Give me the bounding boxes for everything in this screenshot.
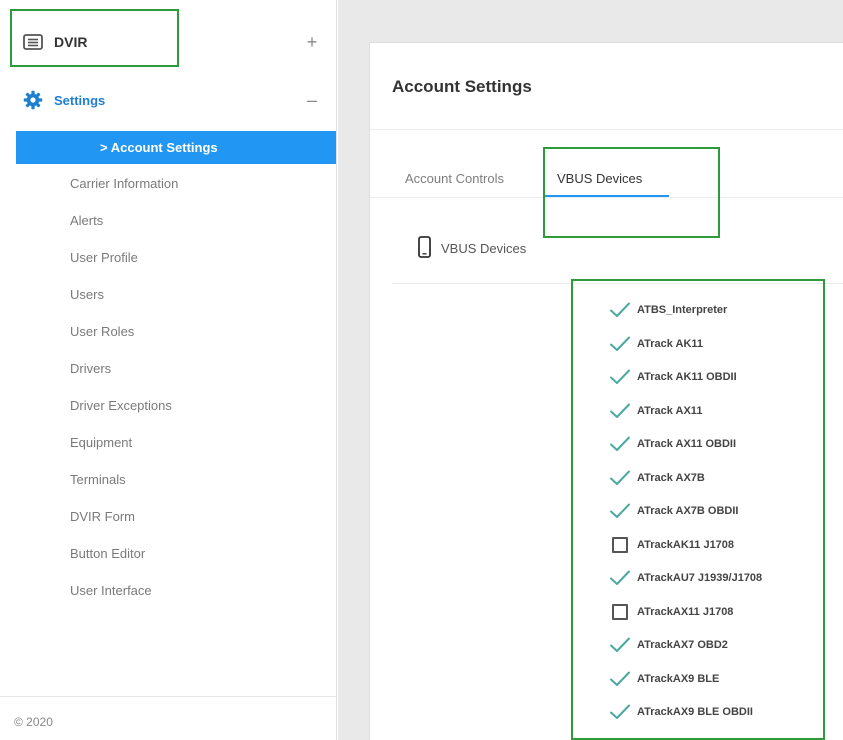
checkmark-icon[interactable]	[609, 300, 631, 320]
page-title: Account Settings	[392, 77, 532, 96]
sidebar-item-drivers[interactable]: Drivers	[70, 357, 178, 394]
checkmark-icon[interactable]	[609, 501, 631, 521]
vbus-device-item[interactable]: ATrackAX11 J1708	[609, 602, 762, 636]
sidebar-dvir-header[interactable]: DVIR +	[0, 22, 337, 62]
tab-account-controls[interactable]: Account Controls	[405, 171, 504, 186]
checkmark-icon[interactable]	[609, 468, 631, 488]
vbus-device-list: ATBS_Interpreter ATrack AK11 ATrack AK11 O…	[609, 300, 762, 736]
sidebar-settings-header[interactable]: Settings –	[0, 80, 337, 120]
checkbox-icon[interactable]	[609, 602, 631, 622]
sidebar-footer: © 2020	[0, 696, 337, 740]
sidebar-dvir-expand-toggle[interactable]: +	[302, 32, 322, 53]
sidebar-item-terminals[interactable]: Terminals	[70, 468, 178, 505]
checkmark-icon[interactable]	[609, 568, 631, 588]
vbus-device-item[interactable]: ATBS_Interpreter	[609, 300, 762, 334]
vbus-device-label: ATBS_Interpreter	[637, 304, 728, 316]
tab-vbus-devices[interactable]: VBUS Devices	[557, 171, 642, 186]
copyright-text: © 2020	[14, 715, 53, 729]
vbus-device-label: ATrack AK11 OBDII	[637, 371, 737, 383]
checkmark-icon[interactable]	[609, 334, 631, 354]
vbus-device-item[interactable]: ATrackAU7 J1939/J1708	[609, 568, 762, 602]
section-divider	[392, 283, 843, 284]
sidebar-settings-collapse-toggle[interactable]: –	[302, 90, 322, 111]
vbus-device-label: ATrackAX9 BLE	[637, 672, 720, 685]
checkmark-icon[interactable]	[609, 669, 631, 689]
vbus-device-item[interactable]: ATrackAX9 BLE OBDII	[609, 702, 762, 736]
checkmark-icon[interactable]	[609, 434, 631, 454]
gear-icon	[23, 90, 43, 110]
sidebar-item-equipment[interactable]: Equipment	[70, 431, 178, 468]
checkmark-icon[interactable]	[609, 702, 631, 722]
vbus-device-label: ATrack AX11 OBDII	[637, 438, 737, 450]
sidebar-item-user-roles[interactable]: User Roles	[70, 320, 178, 357]
sidebar-item-user-profile[interactable]: User Profile	[70, 246, 178, 283]
sidebar-settings-menu: Carrier Information Alerts User Profile …	[70, 172, 178, 616]
vbus-device-label: ATrack AX7B	[637, 471, 705, 484]
vbus-device-item[interactable]: ATrack AX7B	[609, 468, 762, 502]
vbus-device-label: ATrack AX7B OBDII	[637, 505, 739, 517]
tabs-divider	[370, 197, 843, 198]
vbus-device-label: ATrackAK11 J1708	[637, 538, 735, 551]
checkmark-icon[interactable]	[609, 401, 631, 421]
sidebar-item-alerts[interactable]: Alerts	[70, 209, 178, 246]
sidebar-item-users[interactable]: Users	[70, 283, 178, 320]
checkbox-icon[interactable]	[609, 535, 631, 555]
title-divider	[370, 129, 843, 130]
vbus-device-label: ATrack AK11	[637, 337, 704, 350]
vbus-device-label: ATrackAU7 J1939/J1708	[637, 572, 763, 584]
vbus-device-label: ATrackAX9 BLE OBDII	[637, 706, 753, 718]
empty-checkbox[interactable]	[612, 536, 628, 553]
sidebar-item-driver-exceptions[interactable]: Driver Exceptions	[70, 394, 178, 431]
vbus-device-label: ATrack AX11	[637, 404, 703, 417]
sidebar-item-carrier-information[interactable]: Carrier Information	[70, 172, 178, 209]
checkmark-icon[interactable]	[609, 635, 631, 655]
vbus-device-item[interactable]: ATrack AK11	[609, 334, 762, 368]
empty-checkbox[interactable]	[612, 603, 628, 620]
vbus-device-item[interactable]: ATrackAX7 OBD2	[609, 635, 762, 669]
vbus-device-item[interactable]: ATrackAX9 BLE	[609, 669, 762, 703]
vbus-device-item[interactable]: ATrack AX11 OBDII	[609, 434, 762, 468]
vbus-device-item[interactable]: ATrack AX7B OBDII	[609, 501, 762, 535]
vbus-device-item[interactable]: ATrack AK11 OBDII	[609, 367, 762, 401]
sidebar-item-account-settings[interactable]: > Account Settings	[16, 131, 336, 164]
sidebar-item-user-interface[interactable]: User Interface	[70, 579, 178, 616]
sidebar-item-button-editor[interactable]: Button Editor	[70, 542, 178, 579]
phone-icon	[418, 236, 431, 261]
vbus-device-item[interactable]: ATrackAK11 J1708	[609, 535, 762, 569]
vbus-device-label: ATrackAX7 OBD2	[637, 639, 728, 651]
account-settings-card: Account Settings Account Controls VBUS D…	[369, 42, 843, 740]
vbus-devices-section-label: VBUS Devices	[441, 241, 527, 256]
vbus-device-item[interactable]: ATrack AX11	[609, 401, 762, 435]
vbus-device-label: ATrackAX11 J1708	[637, 605, 734, 618]
sidebar: DVIR + Settings – > Account Settings Car…	[0, 0, 337, 740]
sidebar-settings-label: Settings	[54, 92, 106, 108]
sidebar-item-dvir-form[interactable]: DVIR Form	[70, 505, 178, 542]
checkmark-icon[interactable]	[609, 367, 631, 387]
sidebar-dvir-label: DVIR	[54, 34, 88, 50]
vbus-devices-section-header: VBUS Devices	[418, 236, 526, 261]
list-icon	[23, 34, 43, 50]
